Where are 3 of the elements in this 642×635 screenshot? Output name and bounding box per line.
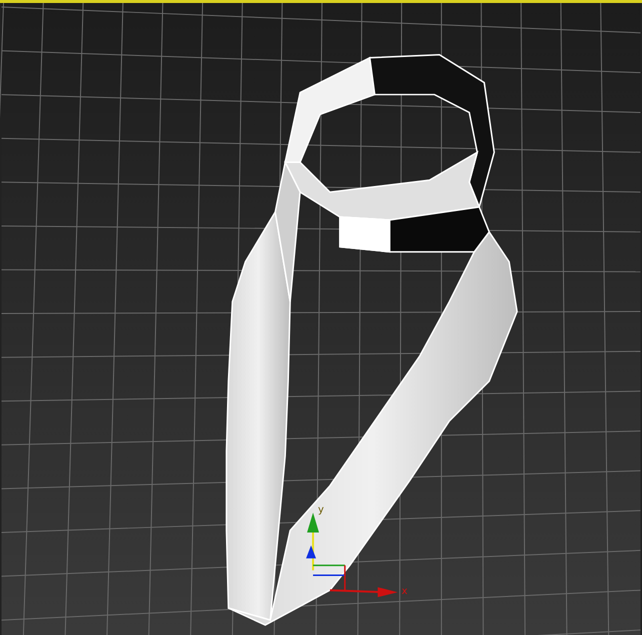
axis-label: x xyxy=(402,586,408,598)
axis-label: y xyxy=(318,504,324,516)
viewport[interactable]: y x xyxy=(0,0,642,635)
